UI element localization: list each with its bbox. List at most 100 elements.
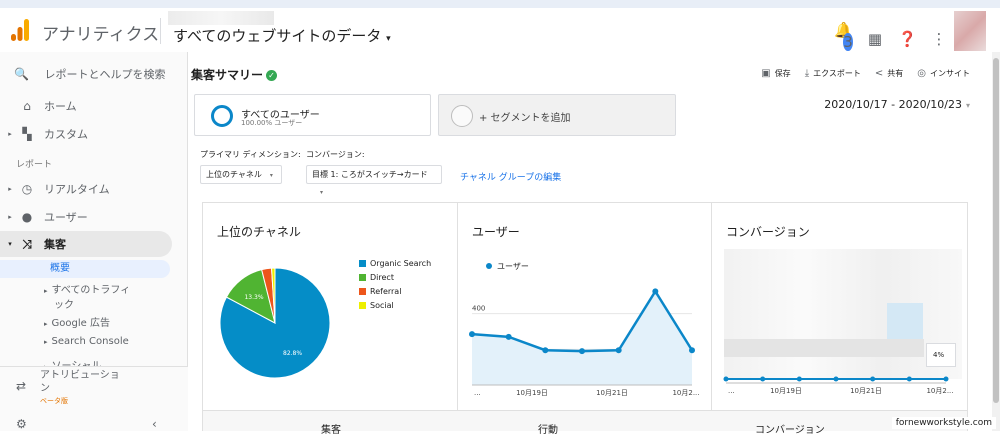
sidebar-item-home[interactable]: ⌂ホーム	[0, 93, 172, 119]
sidebar-item-audience[interactable]: ▸●ユーザー	[0, 204, 172, 230]
chevron-right-icon: ▸	[4, 213, 16, 221]
main-content: 集客サマリー✓ ▣保存 ⤓エクスポート <共有 ◎インサイト すべてのユーザー …	[188, 52, 1000, 431]
chevron-down-icon: ▾	[320, 189, 323, 196]
avatar[interactable]	[954, 11, 986, 51]
gear-icon[interactable]: ⚙	[16, 417, 27, 431]
channels-pie-chart[interactable]: 82.8%13.3%	[215, 263, 345, 383]
search-placeholder: レポートとヘルプを検索	[44, 68, 165, 81]
segment-all-users[interactable]: すべてのユーザー 100.00% ユーザー	[194, 94, 431, 136]
primary-dimension-label: プライマリ ディメンション:	[200, 149, 301, 160]
x-tick-label: ...	[474, 389, 481, 397]
chevron-down-icon: ▾	[386, 34, 391, 44]
sidebar-subitem-all-traffic[interactable]: ▸すべてのトラフィ ック	[44, 281, 130, 311]
legend-label: Direct	[370, 273, 394, 282]
chevron-right-icon: ▸	[44, 320, 48, 328]
chevron-right-icon: ▸	[4, 185, 16, 193]
conversion-data-point	[834, 377, 839, 382]
legend-item: Referral	[359, 284, 431, 298]
attribution-icon: ⇄	[16, 379, 26, 393]
notification-badge: 3	[843, 33, 853, 51]
panel-users: ユーザー ユーザー 400200...10月19日10月21日10月2...	[458, 203, 712, 411]
series-dot	[486, 263, 492, 269]
conversion-data-point	[870, 377, 875, 382]
account-name-blurred[interactable]	[168, 11, 274, 25]
conversion-select[interactable]: 目標 1: ころがスイッチ→カード▾	[306, 165, 442, 184]
scrollbar-thumb[interactable]	[993, 58, 999, 403]
property-selector[interactable]: すべてのウェブサイトのデータ ▾	[173, 25, 391, 46]
legend-swatch	[359, 288, 366, 295]
export-button[interactable]: ⤓エクスポート	[805, 68, 861, 79]
sidebar-subitem-search-console[interactable]: ▸Search Console	[44, 336, 129, 347]
users-data-point	[506, 334, 512, 340]
sidebar-item-realtime[interactable]: ▸◷リアルタイム	[0, 176, 172, 202]
date-range-picker[interactable]: 2020/10/17 - 2020/10/23▾	[824, 98, 970, 111]
summary-panels: 上位のチャネル 82.8%13.3% Organic SearchDirectR…	[202, 202, 968, 412]
person-icon: ●	[16, 210, 38, 224]
sidebar-search[interactable]: 🔍 レポートとヘルプを検索	[14, 66, 165, 82]
legend-swatch	[359, 302, 366, 309]
conversion-data-point	[724, 377, 729, 382]
main-scrollbar[interactable]	[992, 52, 1000, 431]
chevron-right-icon: ▸	[44, 338, 48, 346]
users-legend: ユーザー	[486, 261, 529, 272]
table-col-conversion: コンバージョン	[755, 421, 825, 436]
legend-item: Direct	[359, 270, 431, 284]
more-vert-icon[interactable]: ⋮	[930, 30, 948, 48]
legend-label: Referral	[370, 287, 401, 296]
sidebar-item-acquisition[interactable]: ▾⤨集客	[0, 231, 172, 257]
sidebar-subitem-overview[interactable]: 概要	[0, 260, 170, 278]
analytics-logo-icon[interactable]	[10, 18, 30, 42]
insight-icon: ◎	[917, 68, 926, 79]
clock-icon: ◷	[16, 182, 38, 196]
verified-check-icon: ✓	[266, 70, 277, 81]
chevron-down-icon: ▾	[4, 240, 16, 248]
legend-label: Organic Search	[370, 259, 431, 268]
x-tick-label: 10月19日	[770, 387, 802, 395]
conversion-data-point	[944, 377, 949, 382]
legend-item: Organic Search	[359, 256, 431, 270]
x-tick-label: 10月2...	[926, 387, 953, 395]
blur-block	[887, 303, 923, 343]
conversion-data-point	[907, 377, 912, 382]
watermark: fornewworkstyle.com	[892, 417, 996, 429]
insight-button[interactable]: ◎インサイト	[917, 68, 970, 79]
sidebar-subitem-google-ads[interactable]: ▸Google 広告	[44, 314, 110, 329]
app-title: アナリティクス	[42, 20, 159, 45]
add-segment-button[interactable]: + セグメントを追加	[438, 94, 676, 136]
users-data-point	[469, 331, 475, 337]
sidebar-item-custom[interactable]: ▸▚カスタム	[0, 121, 172, 147]
share-icon: <	[875, 68, 883, 79]
app-header: アナリティクス すべてのウェブサイトのデータ ▾ 🔔3 ▦ ❓ ⋮	[0, 8, 1000, 52]
save-button[interactable]: ▣保存	[761, 68, 790, 79]
users-data-point	[652, 288, 658, 294]
acquisition-icon: ⤨	[16, 237, 38, 252]
legend-swatch	[359, 274, 366, 281]
beta-badge: ベータ版	[40, 395, 120, 408]
x-tick-label: 10月19日	[516, 389, 548, 397]
channels-legend: Organic Search Direct Referral Social	[359, 256, 431, 312]
apps-grid-icon[interactable]: ▦	[866, 30, 884, 48]
x-tick-label: 10月21日	[850, 387, 882, 395]
sidebar-item-attribution[interactable]: アトリビューショ ン ベータ版	[40, 369, 120, 408]
panel-conversions: コンバージョン 4% ...10月19日10月21日10月2...	[712, 203, 968, 411]
page-title: 集客サマリー✓	[191, 66, 277, 83]
conversions-line-chart[interactable]: ...10月19日10月21日10月2...	[720, 363, 960, 398]
download-icon: ⤓	[805, 68, 809, 79]
x-tick-label: 10月21日	[596, 389, 628, 397]
sidebar-section-label: レポート	[16, 157, 52, 170]
chevron-right-icon: ▸	[4, 130, 16, 138]
collapse-sidebar-icon[interactable]: ‹	[152, 417, 157, 431]
segment-ring-icon	[211, 105, 233, 127]
edit-channel-group-link[interactable]: チャネル グループの編集	[460, 170, 561, 183]
x-tick-label: 10月2...	[672, 389, 699, 397]
users-line-chart[interactable]: 400200...10月19日10月21日10月2...	[466, 273, 706, 398]
report-actions: ▣保存 ⤓エクスポート <共有 ◎インサイト	[761, 68, 970, 79]
home-icon: ⌂	[16, 99, 38, 113]
legend-label: Social	[370, 301, 394, 310]
share-button[interactable]: <共有	[875, 68, 903, 79]
sidebar: 🔍 レポートとヘルプを検索 ⌂ホーム ▸▚カスタム レポート ▸◷リアルタイム …	[0, 52, 188, 431]
primary-dimension-select[interactable]: 上位のチャネル▾	[200, 165, 282, 184]
y-tick-label: 400	[472, 305, 485, 313]
help-icon[interactable]: ❓	[898, 30, 916, 48]
sidebar-bottom: ⇄ アトリビューショ ン ベータ版 ⚙ ‹	[0, 366, 188, 431]
